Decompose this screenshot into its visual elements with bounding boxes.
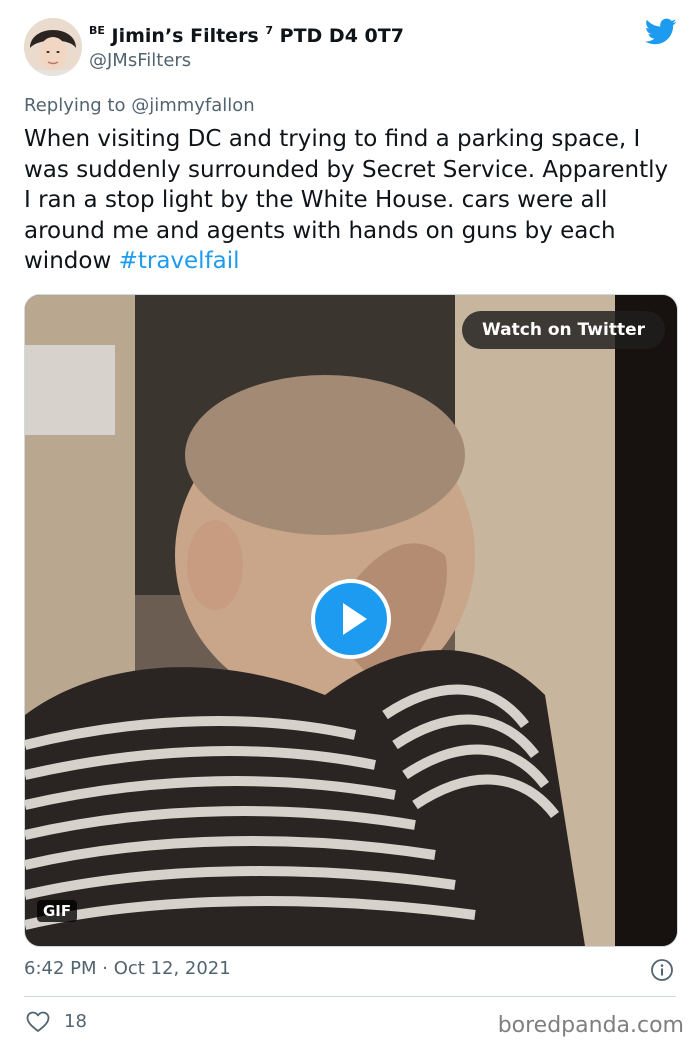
author-name-sup: 7 — [265, 24, 274, 37]
author-handle[interactable]: @JMsFilters — [89, 50, 191, 71]
info-icon[interactable] — [650, 958, 674, 982]
tweet-text: When visiting DC and trying to find a pa… — [24, 124, 674, 277]
divider — [24, 996, 676, 997]
like-count: 18 — [64, 1011, 87, 1032]
author-name-suffix: PTD D4 0T7 — [279, 25, 404, 47]
author-name-prefix: BE — [89, 24, 105, 37]
twitter-bird-icon[interactable] — [645, 18, 677, 46]
reply-target-link[interactable]: @jimmyfallon — [131, 95, 255, 116]
reply-label: Replying to — [24, 95, 132, 116]
author-avatar[interactable] — [24, 18, 82, 76]
hashtag-link[interactable]: #travelfail — [119, 248, 240, 274]
play-button[interactable] — [311, 579, 391, 659]
gif-badge: GIF — [37, 900, 78, 922]
heart-icon[interactable] — [26, 1011, 50, 1033]
author-display-name: Jimin’s Filters — [111, 25, 259, 47]
watch-on-twitter-button[interactable]: Watch on Twitter — [462, 311, 665, 349]
media-player[interactable]: Watch on Twitter GIF — [24, 294, 678, 947]
play-icon — [343, 603, 367, 635]
author-name-line[interactable]: BE Jimin’s Filters 7 PTD D4 0T7 — [89, 24, 404, 47]
tweet-timestamp[interactable]: 6:42 PM · Oct 12, 2021 — [24, 958, 231, 979]
site-watermark: boredpanda.com — [497, 1013, 684, 1038]
reply-context: Replying to @jimmyfallon — [24, 95, 255, 116]
